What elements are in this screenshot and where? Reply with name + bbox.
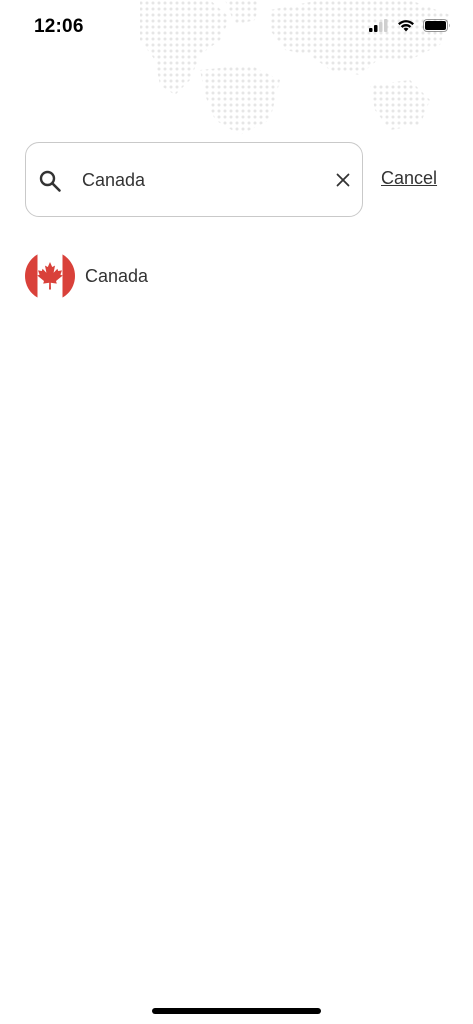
status-time: 12:06 (34, 16, 84, 37)
clear-icon[interactable] (334, 171, 352, 189)
canada-flag-icon (25, 251, 75, 301)
battery-icon (423, 19, 450, 32)
list-item-label: Canada (85, 265, 149, 286)
search-icon (39, 170, 61, 192)
list-item[interactable]: Canada (25, 251, 445, 301)
search-box[interactable] (25, 142, 363, 217)
cellular-signal-icon (369, 19, 388, 32)
wifi-icon (398, 20, 414, 32)
result-list: Canada (25, 251, 445, 301)
cancel-button[interactable]: Cancel (381, 168, 437, 189)
home-indicator[interactable] (152, 1008, 321, 1014)
status-bar: 12:06 (0, 0, 473, 56)
status-icons (369, 19, 451, 32)
search-input[interactable] (82, 165, 312, 195)
